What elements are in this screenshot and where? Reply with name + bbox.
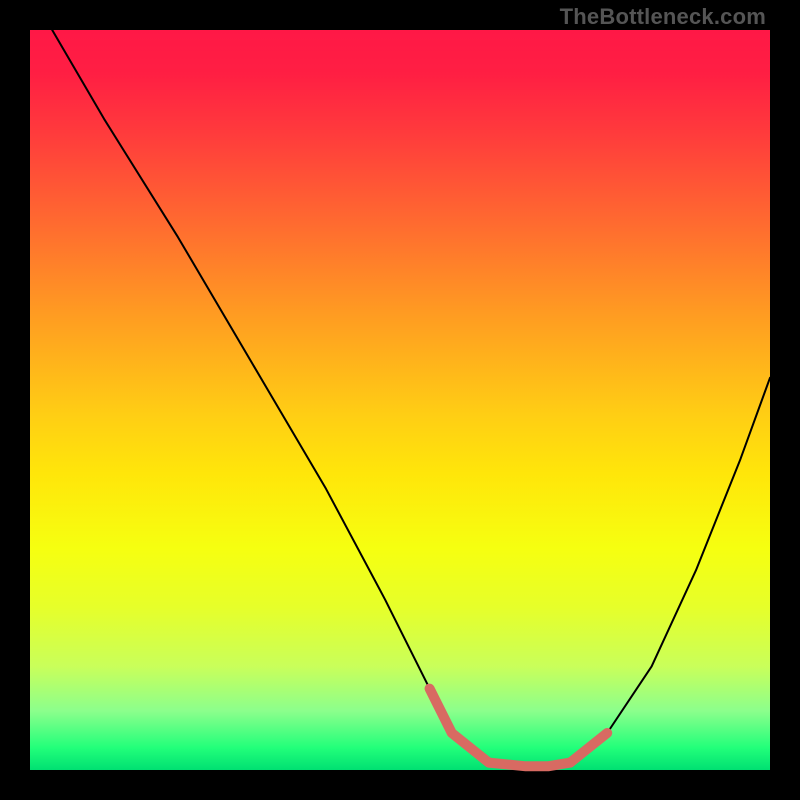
plot-area	[30, 30, 770, 770]
marker-segment-left	[430, 689, 489, 763]
curve-layer	[30, 30, 770, 770]
marker-segment-right	[570, 733, 607, 763]
watermark-text: TheBottleneck.com	[560, 4, 766, 30]
marker-segment-flat	[489, 763, 570, 767]
chart-stage: TheBottleneck.com	[0, 0, 800, 800]
bottleneck-curve	[52, 30, 770, 766]
